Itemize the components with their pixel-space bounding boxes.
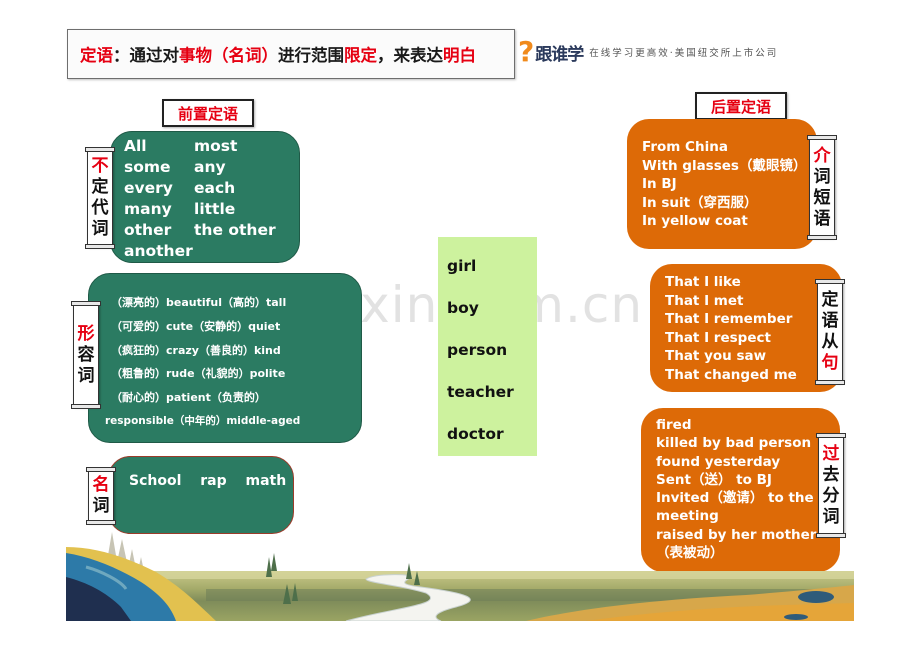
scroll-char: 词 (92, 496, 110, 516)
prepositional-phrase-scroll-label: 介 词 短 语 (807, 135, 837, 240)
past-participle-scroll-label: 过 去 分 词 (816, 433, 846, 538)
head-noun: boy (447, 299, 479, 317)
attributive-clause-list: That I like That I met That I remember T… (665, 273, 797, 384)
noun-modifier-line: School rap math (129, 473, 287, 489)
phrase-line: From China (642, 139, 728, 155)
phrase-line: In suit（穿西服） (642, 194, 758, 211)
head-noun: doctor (447, 425, 504, 443)
indefinite-pronoun-scroll-label: 不 定 代 词 (85, 147, 115, 249)
phrase-line: In yellow coat (642, 213, 748, 229)
slide: 定语 ：通过对 事物（名词） 进行范围 限定 ，来表达 明白 ? 跟谁学 在线学习更高效·美… (0, 0, 920, 652)
phrase-line: In BJ (642, 176, 677, 192)
pronoun-word: some (124, 158, 171, 176)
head-noun: teacher (447, 383, 514, 401)
landscape-illustration (66, 532, 854, 621)
pronoun-word: All (124, 137, 147, 155)
adjective-line: responsible（中年的）middle-aged (105, 414, 301, 427)
post-modifier-label: 后置定语 (695, 92, 787, 120)
adjective-line: （漂亮的）beautiful（高的）tall (111, 296, 287, 309)
adjective-box: （漂亮的）beautiful（高的）tall （可爱的）cute（安静的）qui… (88, 273, 362, 443)
pre-modifier-label: 前置定语 (162, 99, 254, 127)
participle-line: found yesterday (656, 453, 781, 470)
adjective-list: （漂亮的）beautiful（高的）tall （可爱的）cute（安静的）qui… (89, 291, 361, 434)
pronoun-word: each (194, 179, 236, 197)
scroll-char: 词 (822, 506, 840, 527)
scroll-char: 句 (821, 353, 839, 373)
clause-line: That changed me (665, 366, 797, 383)
participle-line: Sent（送） to BJ (656, 471, 772, 488)
scroll-char: 词 (813, 166, 831, 187)
scroll-char: 定 (821, 290, 839, 310)
clause-line: That I respect (665, 329, 771, 346)
brand-logo: ? 跟谁学 在线学习更高效·美国纽交所上市公司 (518, 38, 778, 66)
attributive-clause-scroll-label: 定 语 从 句 (815, 279, 845, 385)
scroll-char: 不 (91, 156, 109, 176)
title-segment: 限定 (344, 46, 377, 65)
blue-rock (798, 591, 834, 603)
pronoun-word: every (124, 179, 173, 197)
title-segment: ：通过对 (113, 46, 179, 65)
pronoun-word: any (194, 158, 226, 176)
adjective-line: （疯狂的）crazy（善良的）kind (111, 343, 281, 357)
title-segment: ，来表达 (377, 46, 443, 65)
title-segment: 进行范围 (278, 46, 344, 65)
adjective-scroll-label: 形 容 词 (71, 301, 101, 409)
adjective-line: （粗鲁的）rude（礼貌的）polite (111, 367, 286, 381)
title-banner: 定语 ：通过对 事物（名词） 进行范围 限定 ，来表达 明白 (67, 29, 515, 79)
noun-box: School rap math (108, 456, 294, 534)
scroll-char: 语 (821, 311, 839, 331)
scroll-char: 形 (77, 323, 95, 344)
head-noun-column: girl boy person teacher doctor (438, 237, 537, 456)
pronoun-word: the other (194, 221, 276, 239)
scroll-char: 介 (813, 145, 831, 166)
title-segment: 事物（名词） (179, 46, 278, 65)
participle-line: killed by bad person (656, 435, 812, 452)
clause-line: That I met (665, 292, 744, 309)
clause-line: That I like (665, 274, 741, 290)
participle-line: fired (656, 417, 692, 433)
pronoun-word: little (194, 200, 236, 218)
scroll-char: 分 (822, 485, 840, 506)
head-noun: person (447, 341, 508, 359)
pronoun-word: most (194, 137, 238, 155)
prepositional-phrase-box: From China With glasses（戴眼镜） In BJ In su… (627, 119, 817, 249)
scroll-char: 名 (92, 475, 110, 495)
pronoun-list: All most some any every each many little… (124, 136, 276, 262)
attributive-clause-box: That I like That I met That I remember T… (650, 264, 842, 392)
pronoun-word: other (124, 221, 172, 239)
adjective-line: （耐心的）patient（负责的） (111, 391, 266, 405)
noun-scroll-label: 名 词 (86, 467, 116, 525)
prepositional-phrase-list: From China With glasses（戴眼镜） In BJ In su… (642, 138, 806, 231)
scroll-char: 短 (813, 187, 831, 208)
scroll-char: 去 (822, 464, 840, 485)
scroll-char: 定 (91, 177, 109, 197)
title-segment: 明白 (443, 46, 476, 65)
scroll-char: 从 (821, 332, 839, 352)
adjective-line: （可爱的）cute（安静的）quiet (111, 319, 281, 333)
brand-name: 跟谁学 (535, 44, 584, 65)
pronoun-box: All most some any every each many little… (110, 131, 300, 263)
scroll-char: 过 (822, 443, 840, 464)
scroll-char: 代 (91, 198, 109, 218)
head-noun: girl (447, 257, 477, 275)
pronoun-word: many (124, 200, 172, 218)
phrase-line: With glasses（戴眼镜） (642, 157, 807, 174)
brand-slogan: 在线学习更高效·美国纽交所上市公司 (589, 48, 779, 59)
clause-line: That you saw (665, 348, 767, 364)
scroll-char: 词 (91, 219, 109, 239)
scroll-char: 语 (813, 208, 831, 229)
scroll-char: 容 (77, 344, 95, 365)
participle-line: Invited（邀请） to the (656, 490, 814, 507)
pronoun-word: another (124, 242, 193, 260)
question-mark-logo-icon: ? (518, 35, 535, 68)
clause-line: That I remember (665, 311, 793, 327)
scroll-char: 词 (77, 365, 95, 386)
title-segment: 定语 (80, 46, 113, 65)
participle-line: meeting (656, 508, 719, 525)
